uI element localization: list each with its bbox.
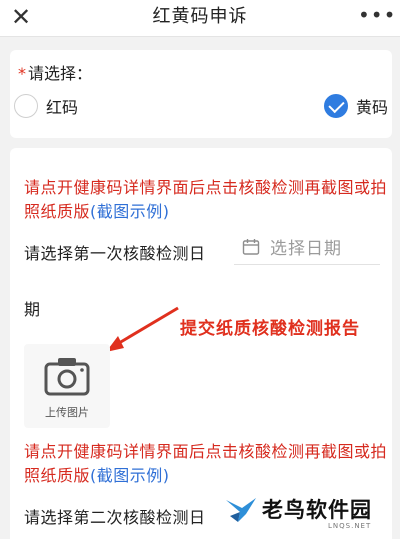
- second-test-date-label: 请选择第二次核酸检测日: [24, 508, 206, 527]
- radio-checked-icon[interactable]: [323, 94, 348, 118]
- top-bar: ✕ 红黄码申诉 •••: [0, 0, 400, 37]
- more-icon[interactable]: •••: [358, 2, 395, 32]
- bird-logo-icon: [226, 498, 256, 522]
- camera-icon: [44, 358, 90, 396]
- upload-image-label: 上传图片: [45, 406, 89, 419]
- radio-unchecked-icon[interactable]: [14, 94, 38, 118]
- screenshot-example-link-1[interactable]: (截图示例): [90, 202, 170, 221]
- first-test-date-label: 请选择第一次核酸检测日: [24, 244, 206, 263]
- select-label-text: 请选择：: [28, 64, 93, 83]
- code-type-card: * 请选择： 红码 黄码: [10, 50, 392, 138]
- screenshot-example-link-2[interactable]: (截图示例): [90, 466, 170, 485]
- select-label: * 请选择：: [18, 60, 92, 84]
- hint-2-body: 请点开健康码详情界面后点击核酸检测再截图或拍照纸质版: [24, 442, 388, 485]
- test-report-card: 请点开健康码详情界面后点击核酸检测再截图或拍照纸质版(截图示例) 请选择第一次核…: [10, 148, 392, 539]
- first-test-date-label-cont: 期: [24, 300, 41, 319]
- calendar-icon: [242, 239, 260, 255]
- hint-text-1: 请点开健康码详情界面后点击核酸检测再截图或拍照纸质版(截图示例): [24, 176, 390, 224]
- annotation-text: 提交纸质核酸检测报告: [180, 319, 360, 339]
- hint-1-body: 请点开健康码详情界面后点击核酸检测再截图或拍照纸质版: [24, 178, 388, 221]
- page-title: 红黄码申诉: [152, 6, 248, 27]
- hint-text-2: 请点开健康码详情界面后点击核酸检测再截图或拍照纸质版(截图示例): [24, 440, 390, 488]
- watermark-sub: LNQS.NET: [328, 522, 372, 530]
- option-yellow-code[interactable]: 黄码: [323, 94, 388, 122]
- option-yellow-label: 黄码: [355, 98, 388, 117]
- required-mark: *: [18, 64, 26, 83]
- annotation-arrow-icon: [106, 306, 179, 352]
- upload-image-button[interactable]: 上传图片: [24, 344, 110, 428]
- first-test-date-picker[interactable]: 选择日期: [234, 230, 380, 265]
- first-date-placeholder: 选择日期: [270, 239, 342, 259]
- option-red-label: 红码: [46, 98, 79, 117]
- watermark-name: 老鸟软件园: [262, 498, 372, 522]
- watermark: 老鸟软件园 LNQS.NET: [224, 490, 394, 536]
- option-red-code[interactable]: 红码: [14, 94, 78, 122]
